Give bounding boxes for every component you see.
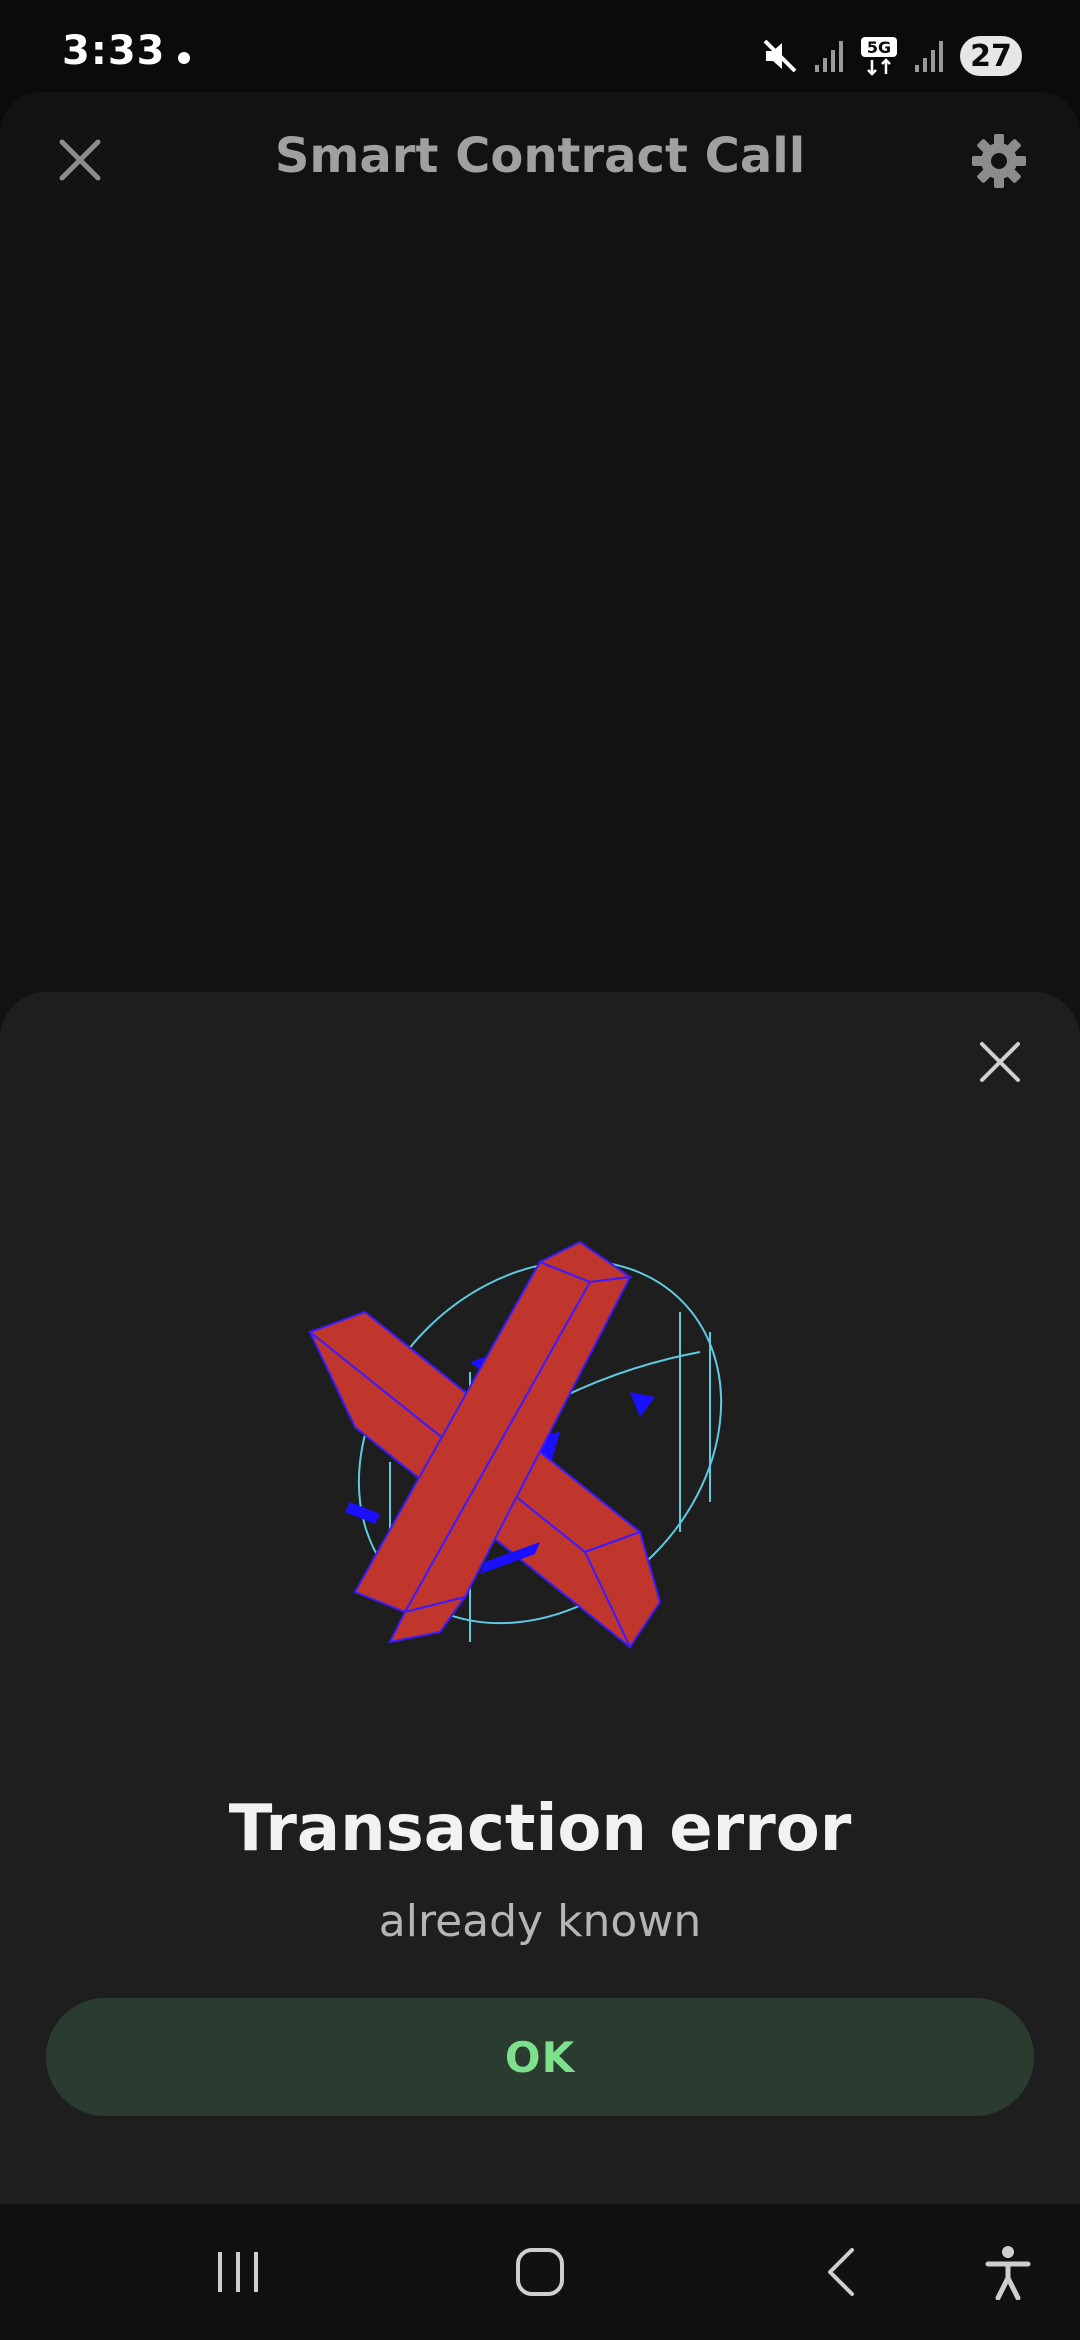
error-message: already known xyxy=(378,1896,702,1947)
mute-icon xyxy=(763,39,797,73)
back-icon[interactable] xyxy=(810,2244,874,2300)
status-icons: 5G 27 xyxy=(762,34,1022,78)
signal-icon xyxy=(815,41,843,72)
notification-dot xyxy=(178,52,190,64)
signal-icon xyxy=(915,41,943,72)
5g-icon: 5G xyxy=(861,37,897,76)
home-icon[interactable] xyxy=(508,2244,572,2300)
app-header: Smart Contract Call xyxy=(0,92,1080,232)
ok-button[interactable]: OK xyxy=(46,1998,1034,2116)
status-bar: 3:33 5G 27 xyxy=(0,0,1080,92)
navigation-bar xyxy=(0,2204,1080,2340)
battery-icon: 27 xyxy=(960,36,1022,76)
error-x-illustration xyxy=(307,1240,723,1650)
error-bottom-sheet: Transaction error already known OK xyxy=(0,992,1080,2204)
accessibility-icon[interactable] xyxy=(976,2244,1040,2300)
gear-icon[interactable] xyxy=(970,132,1028,190)
error-title: Transaction error xyxy=(228,1792,852,1866)
status-time: 3:33 xyxy=(62,28,166,74)
5g-icon-label: 5G xyxy=(867,38,891,57)
close-icon[interactable] xyxy=(972,1034,1028,1090)
page-title: Smart Contract Call xyxy=(274,128,806,184)
recent-apps-icon[interactable] xyxy=(206,2244,270,2300)
